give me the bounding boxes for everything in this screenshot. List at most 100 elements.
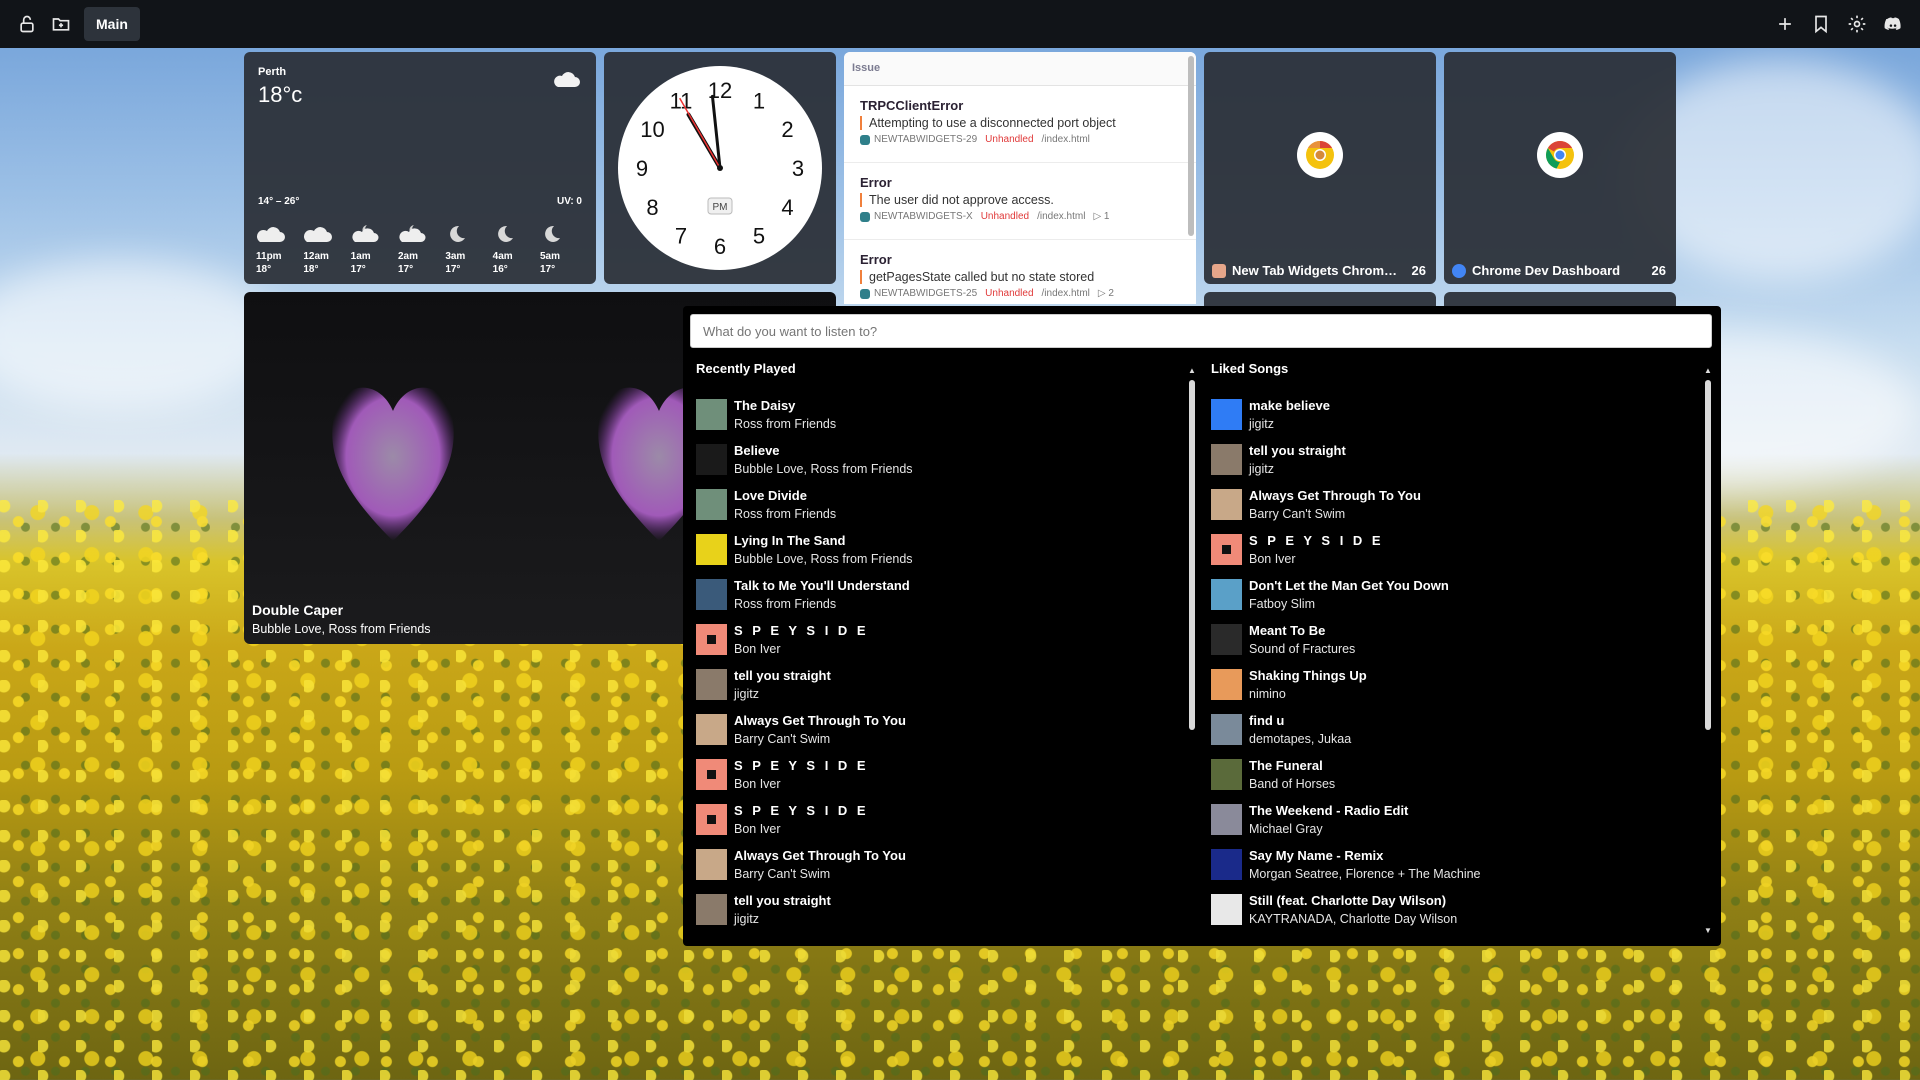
plus-icon[interactable]	[1768, 7, 1802, 41]
recent-scrollbar[interactable]	[1189, 380, 1195, 730]
issue-status: Unhandled	[985, 288, 1034, 299]
song-item[interactable]: The Funeral Band of Horses	[1211, 752, 1701, 797]
folder-icon[interactable]	[44, 7, 78, 41]
album-cover	[696, 579, 727, 610]
widget-stub	[1204, 292, 1436, 306]
weather-hour-time: 12am	[303, 251, 329, 262]
song-item[interactable]: S P E Y S I D E Bon Iver	[696, 617, 1186, 662]
cloud-icon	[256, 227, 285, 242]
issue-item[interactable]: TRPCClientError Attempting to use a disco…	[844, 86, 1196, 163]
now-playing-title: Double Caper	[252, 602, 344, 618]
song-item[interactable]: Don't Let the Man Get You Down Fatboy Sli…	[1211, 572, 1701, 617]
album-cover	[696, 624, 727, 655]
album-cover	[696, 534, 727, 565]
song-item[interactable]: find u demotapes, Jukaa	[1211, 707, 1701, 752]
top-bar: Main	[0, 0, 1920, 48]
song-item[interactable]: tell you straight jigitz	[696, 662, 1186, 707]
tab-main[interactable]: Main	[84, 7, 140, 41]
song-title: S P E Y S I D E	[1249, 532, 1384, 548]
shortcut-tile-chrome-dev-dashboard[interactable]: Chrome Dev Dashboard 26	[1444, 52, 1676, 284]
song-item[interactable]: Always Get Through To You Barry Can't Swi…	[696, 842, 1186, 887]
song-artist: jigitz	[1249, 416, 1275, 431]
issues-widget[interactable]: Issue TRPCClientError Attempting to use a…	[844, 52, 1196, 304]
song-title: Don't Let the Man Get You Down	[1249, 577, 1449, 593]
song-item[interactable]: Always Get Through To You Barry Can't Swi…	[1211, 482, 1701, 527]
issue-message: getPagesState called but no state stored	[860, 270, 1180, 284]
song-artist: Morgan Seatree, Florence + The Machine	[1249, 866, 1481, 881]
album-cover	[1211, 849, 1242, 880]
issue-message: The user did not approve access.	[860, 193, 1180, 207]
song-title: Still (feat. Charlotte Day Wilson)	[1249, 892, 1447, 908]
issue-item[interactable]: Error The user did not approve access. NEW…	[844, 163, 1196, 240]
recently-played-list: The Daisy Ross from Friends Believe Bubble …	[696, 392, 1186, 932]
song-item[interactable]: Always Get Through To You Barry Can't Swi…	[696, 707, 1186, 752]
chrome-favicon-icon	[1452, 263, 1466, 278]
song-artist: Sound of Fractures	[1249, 641, 1356, 656]
discord-icon[interactable]	[1876, 7, 1910, 41]
song-title: S P E Y S I D E	[734, 802, 869, 818]
weather-hour-temp: 18°	[256, 264, 272, 275]
album-cover	[1211, 399, 1242, 430]
song-item[interactable]: tell you straight jigitz	[696, 887, 1186, 932]
song-title: The Weekend - Radio Edit	[1249, 802, 1409, 818]
song-item[interactable]: make believe jigitz	[1211, 392, 1701, 437]
album-cover	[1211, 669, 1242, 700]
song-item[interactable]: The Daisy Ross from Friends	[696, 392, 1186, 437]
weather-city: Perth	[258, 66, 287, 78]
now-playing-artist: Bubble Love, Ross from Friends	[252, 622, 431, 636]
bookmark-icon[interactable]	[1804, 7, 1838, 41]
song-title: S P E Y S I D E	[734, 622, 869, 638]
liked-scrollbar[interactable]	[1705, 380, 1711, 730]
clock-number: 7	[675, 224, 687, 249]
song-item[interactable]: Still (feat. Charlotte Day Wilson) KAYTRA…	[1211, 887, 1701, 932]
chrome-logo-icon	[1537, 132, 1583, 178]
weather-hour: 3am 17°	[445, 220, 487, 276]
song-item[interactable]: Lying In The Sand Bubble Love, Ross from …	[696, 527, 1186, 572]
song-item[interactable]: Say My Name - Remix Morgan Seatree, Flore…	[1211, 842, 1701, 887]
weather-hour-time: 1am	[350, 251, 371, 262]
album-cover	[696, 759, 727, 790]
song-item[interactable]: Talk to Me You'll Understand Ross from Fr…	[696, 572, 1186, 617]
scroll-up-arrow-icon[interactable]: ▲	[1188, 366, 1196, 375]
weather-hour-temp: 17°	[539, 264, 556, 275]
album-cover	[1211, 759, 1242, 790]
clock-center-pin	[717, 165, 723, 171]
issue-path: /index.html	[1041, 134, 1090, 145]
song-item[interactable]: Believe Bubble Love, Ross from Friends	[696, 437, 1186, 482]
weather-widget[interactable]: Perth 18°c 14° – 26° UV: 0 11pm 18° 12am 18…	[244, 52, 596, 284]
song-item[interactable]: Meant To Be Sound of Fractures	[1211, 617, 1701, 662]
song-item[interactable]: tell you straight jigitz	[1211, 437, 1701, 482]
issues-scrollbar[interactable]	[1188, 56, 1194, 236]
song-artist: Bubble Love, Ross from Friends	[734, 551, 913, 566]
scroll-up-arrow-icon[interactable]: ▲	[1704, 366, 1712, 375]
weather-hour-time: 5am	[539, 251, 560, 262]
gear-icon[interactable]	[1840, 7, 1874, 41]
issue-events: ▷ 2	[1097, 288, 1114, 299]
song-item[interactable]: S P E Y S I D E Bon Iver	[696, 752, 1186, 797]
issue-list: TRPCClientError Attempting to use a disco…	[844, 86, 1196, 304]
song-item[interactable]: S P E Y S I D E Bon Iver	[1211, 527, 1701, 572]
weather-hour-temp: 16°	[492, 264, 508, 275]
song-item[interactable]: Shaking Things Up nimino	[1211, 662, 1701, 707]
analog-clock: 12 1234567891011PM	[618, 66, 822, 270]
clock-number: 10	[640, 117, 664, 142]
issue-item[interactable]: Error getPagesState called but no state s…	[844, 240, 1196, 304]
song-title: Say My Name - Remix	[1249, 847, 1384, 863]
album-cover	[1211, 714, 1242, 745]
song-item[interactable]: S P E Y S I D E Bon Iver	[696, 797, 1186, 842]
song-title: The Daisy	[734, 397, 796, 413]
song-item[interactable]: Love Divide Ross from Friends	[696, 482, 1186, 527]
music-search-input[interactable]	[690, 314, 1712, 348]
weather-hour: 5am 17°	[540, 220, 582, 276]
weather-hourly: 11pm 18° 12am 18° 1am 17° 2am 17° 3am 17° 4am 16° 5a…	[256, 220, 582, 276]
shortcut-tile-new-tab-widgets[interactable]: New Tab Widgets Chrome ... 26	[1204, 52, 1436, 284]
lock-icon[interactable]	[10, 7, 44, 41]
scroll-down-arrow-icon[interactable]: ▼	[1704, 926, 1712, 935]
song-item[interactable]: The Weekend - Radio Edit Michael Gray	[1211, 797, 1701, 842]
weather-hour: 12am 18°	[303, 220, 345, 276]
clock-number: 5	[753, 224, 765, 249]
moon-icon	[450, 225, 466, 242]
song-title: tell you straight	[734, 892, 831, 908]
widget-stub	[1444, 292, 1676, 306]
weather-hour-temp: 17°	[350, 264, 366, 275]
